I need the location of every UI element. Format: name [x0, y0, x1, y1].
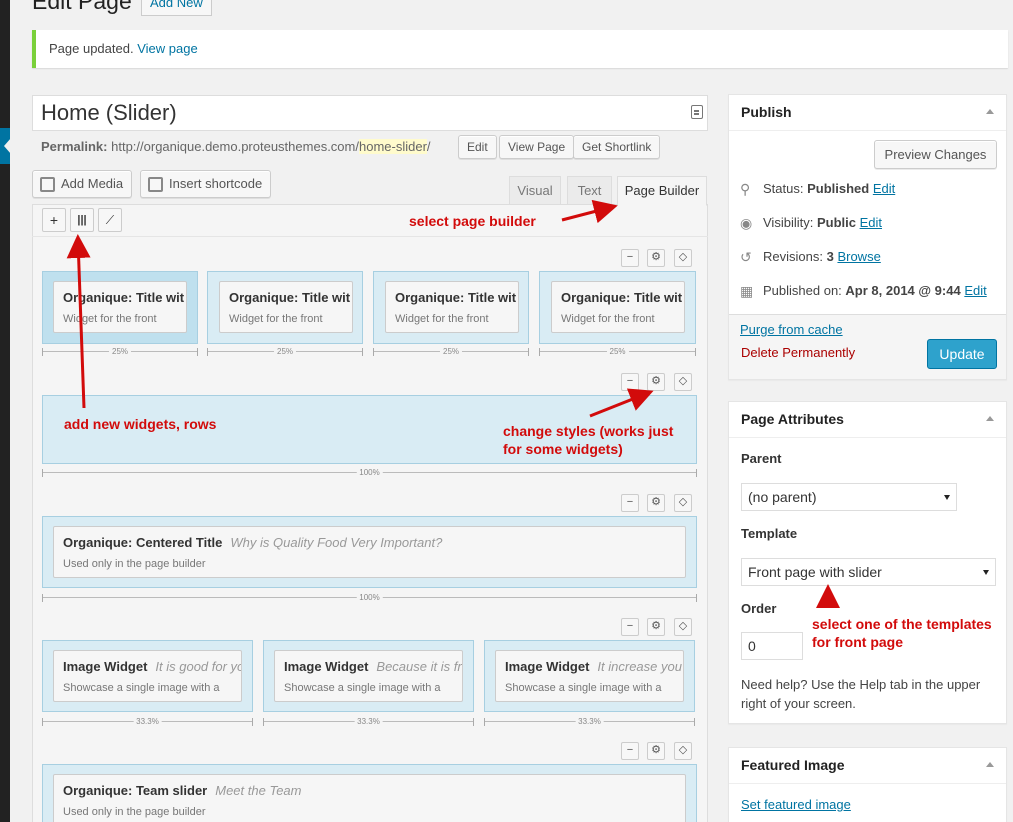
arrow-to-settings-gear [589, 388, 654, 418]
arrow-to-page-builder-tab [561, 199, 618, 224]
annotation-arrows [66, 199, 840, 608]
arrow-to-add-buttons [66, 234, 91, 409]
